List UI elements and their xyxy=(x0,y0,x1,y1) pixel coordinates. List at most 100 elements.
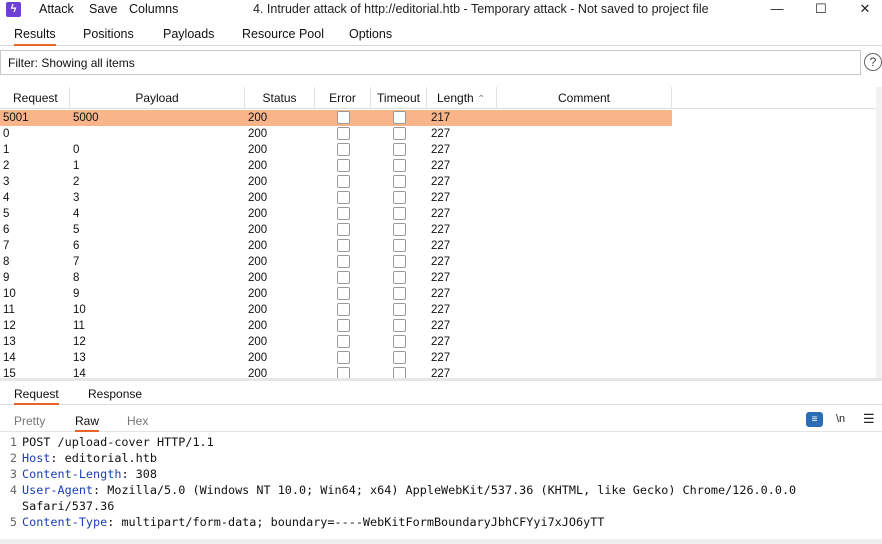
cell-request: 5001 xyxy=(3,112,29,124)
col-request[interactable]: Request xyxy=(0,87,70,109)
timeout-checkbox xyxy=(393,303,406,316)
sort-ascending-icon: ⌃ xyxy=(477,94,486,105)
table-row[interactable]: 2 1 200 227 xyxy=(0,158,672,174)
header-value: POST /upload-cover HTTP/1.1 xyxy=(22,435,214,449)
cell-length: 227 xyxy=(431,176,451,188)
col-payload[interactable]: Payload xyxy=(70,87,245,109)
col-error[interactable]: Error xyxy=(315,87,371,109)
header-value: : Mozilla/5.0 (Windows NT 10.0; Win64; x… xyxy=(93,483,797,497)
cell-payload: 7 xyxy=(73,256,80,268)
tab-response[interactable]: Response xyxy=(88,387,142,401)
editor-line: 2 Host: editorial.htb xyxy=(0,450,876,466)
cell-length: 227 xyxy=(431,240,451,252)
tab-options[interactable]: Options xyxy=(349,27,392,41)
tab-resource-pool[interactable]: Resource Pool xyxy=(242,27,324,41)
minimize-icon[interactable]: — xyxy=(762,0,792,19)
tab-request[interactable]: Request xyxy=(14,387,59,405)
cell-request: 4 xyxy=(3,192,10,204)
cell-status: 200 xyxy=(248,336,268,348)
editor-line: 3 Content-Length: 308 xyxy=(0,466,876,482)
timeout-checkbox xyxy=(393,319,406,332)
table-scrollbar[interactable] xyxy=(876,87,882,378)
header-value: : multipart/form-data; boundary=----WebK… xyxy=(107,515,605,529)
cell-status: 200 xyxy=(248,112,268,124)
cell-request: 12 xyxy=(3,320,16,332)
table-row[interactable]: 12 11 200 227 xyxy=(0,318,672,334)
split-divider[interactable] xyxy=(0,378,882,381)
tab-payloads[interactable]: Payloads xyxy=(163,27,214,41)
table-row[interactable]: 4 3 200 227 xyxy=(0,190,672,206)
cell-status: 200 xyxy=(248,192,268,204)
cell-payload: 12 xyxy=(73,336,86,348)
col-length-label: Length xyxy=(437,91,474,105)
cell-length: 217 xyxy=(431,112,451,124)
timeout-checkbox xyxy=(393,255,406,268)
cell-status: 200 xyxy=(248,160,268,172)
table-row[interactable]: 5 4 200 227 xyxy=(0,206,672,222)
line-content: Host: editorial.htb xyxy=(22,450,157,466)
col-length[interactable]: Length ⌃ xyxy=(427,87,497,109)
table-row[interactable]: 15 14 200 227 xyxy=(0,366,672,378)
table-row[interactable]: 0 200 227 xyxy=(0,126,672,142)
cell-length: 227 xyxy=(431,336,451,348)
error-checkbox xyxy=(337,111,350,124)
maximize-icon[interactable]: ☐ xyxy=(806,0,836,19)
tab-raw[interactable]: Raw xyxy=(75,414,100,432)
error-checkbox xyxy=(337,191,350,204)
menu-columns[interactable]: Columns xyxy=(129,2,178,16)
table-row[interactable]: 9 8 200 227 xyxy=(0,270,672,286)
cell-request: 9 xyxy=(3,272,10,284)
table-row[interactable]: 8 7 200 227 xyxy=(0,254,672,270)
header-key: Content-Type xyxy=(22,515,108,529)
table-row[interactable]: 13 12 200 227 xyxy=(0,334,672,350)
cell-length: 227 xyxy=(431,208,451,220)
hamburger-menu-icon[interactable]: ☰ xyxy=(863,411,875,427)
help-icon[interactable]: ? xyxy=(864,53,882,71)
timeout-checkbox xyxy=(393,143,406,156)
cell-request: 0 xyxy=(3,128,10,140)
col-status[interactable]: Status xyxy=(245,87,315,109)
timeout-checkbox xyxy=(393,271,406,284)
cell-request: 14 xyxy=(3,352,16,364)
editor-line: Safari/537.36 xyxy=(0,498,876,514)
menu-attack[interactable]: Attack xyxy=(39,2,74,16)
tab-pretty[interactable]: Pretty xyxy=(14,414,45,428)
tab-hex[interactable]: Hex xyxy=(127,414,148,428)
cell-request: 7 xyxy=(3,240,10,252)
table-row[interactable]: 10 9 200 227 xyxy=(0,286,672,302)
timeout-checkbox xyxy=(393,175,406,188)
message-tabs: Request Response xyxy=(0,383,882,405)
close-icon[interactable]: ✕ xyxy=(850,0,880,19)
error-checkbox xyxy=(337,223,350,236)
cell-payload: 11 xyxy=(73,320,85,332)
tab-positions[interactable]: Positions xyxy=(83,27,134,41)
col-comment[interactable]: Comment xyxy=(497,87,672,109)
line-content: Content-Length: 308 xyxy=(22,466,157,482)
header-value: : editorial.htb xyxy=(50,451,157,465)
filter-bar[interactable]: Filter: Showing all items xyxy=(0,50,861,75)
table-row[interactable]: 11 10 200 227 xyxy=(0,302,672,318)
cell-request: 3 xyxy=(3,176,10,188)
line-number: 5 xyxy=(9,515,17,529)
table-row[interactable]: 7 6 200 227 xyxy=(0,238,672,254)
request-editor[interactable]: 1 POST /upload-cover HTTP/1.1 2 Host: edito… xyxy=(0,434,876,538)
table-row[interactable]: 14 13 200 227 xyxy=(0,350,672,366)
error-checkbox xyxy=(337,175,350,188)
newline-toggle-icon[interactable]: \n xyxy=(836,413,845,425)
menu-save[interactable]: Save xyxy=(89,2,118,16)
error-checkbox xyxy=(337,271,350,284)
word-wrap-icon[interactable]: ≡ xyxy=(806,412,823,427)
col-timeout[interactable]: Timeout xyxy=(371,87,427,109)
cell-payload: 5 xyxy=(73,224,80,236)
header-value: Safari/537.36 xyxy=(22,499,115,513)
results-table: Request Payload Status Error Timeout Len… xyxy=(0,87,882,378)
line-number: 1 xyxy=(9,435,17,449)
table-row[interactable]: 1 0 200 227 xyxy=(0,142,672,158)
table-row[interactable]: 3 2 200 227 xyxy=(0,174,672,190)
error-checkbox xyxy=(337,319,350,332)
table-row[interactable]: 6 5 200 227 xyxy=(0,222,672,238)
cell-request: 11 xyxy=(3,304,15,316)
table-row[interactable]: 5001 5000 200 217 xyxy=(0,110,672,126)
error-checkbox xyxy=(337,143,350,156)
tab-results[interactable]: Results xyxy=(14,27,56,46)
